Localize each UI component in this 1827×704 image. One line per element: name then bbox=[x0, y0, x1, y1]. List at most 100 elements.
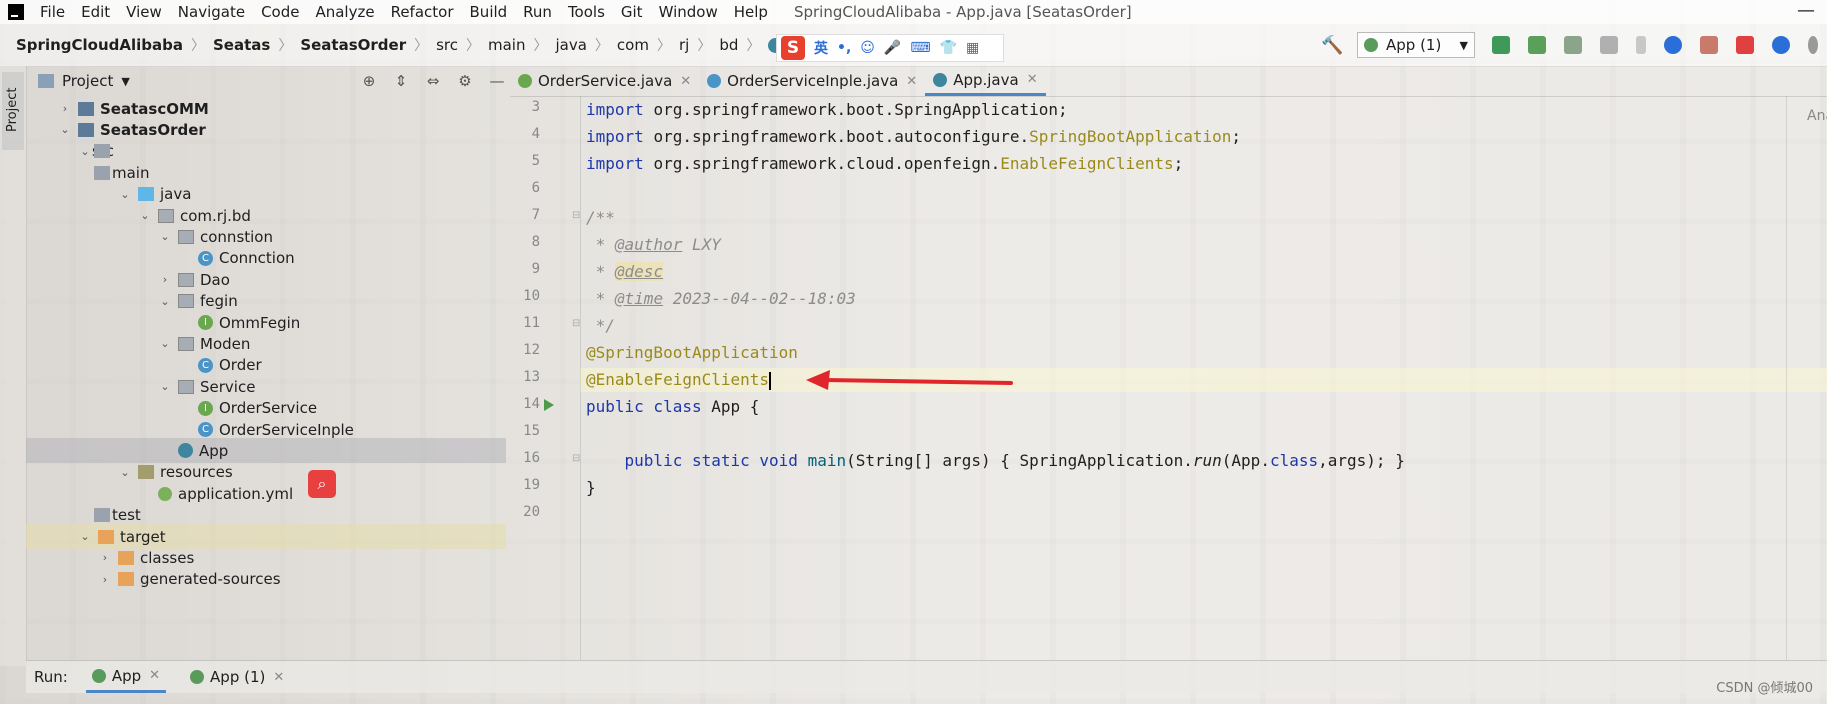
breadcrumb-item[interactable]: rj 〉 bbox=[679, 35, 719, 55]
code-token: * bbox=[586, 235, 615, 254]
toolbox-icon[interactable]: ▦ bbox=[966, 40, 979, 56]
chevron-down-icon[interactable]: ⌄ bbox=[118, 188, 132, 201]
skin-icon[interactable]: 👕 bbox=[940, 40, 957, 56]
menu-help[interactable]: Help bbox=[726, 3, 776, 21]
close-icon[interactable]: ✕ bbox=[1027, 72, 1038, 87]
tree-item-label: generated-sources bbox=[140, 570, 281, 589]
menu-edit[interactable]: Edit bbox=[73, 3, 118, 21]
chevron-right-icon[interactable]: › bbox=[58, 102, 72, 115]
chevron-down-icon[interactable]: ⌄ bbox=[78, 145, 92, 158]
run-tab-app[interactable]: App ✕ bbox=[85, 661, 167, 693]
menu-file[interactable]: File bbox=[32, 3, 73, 21]
build-hammer-icon[interactable]: 🔨 bbox=[1321, 35, 1343, 56]
close-icon[interactable]: ✕ bbox=[149, 668, 160, 683]
hide-icon[interactable]: — bbox=[488, 72, 506, 90]
breadcrumb-label: com bbox=[616, 36, 649, 54]
menu-navigate[interactable]: Navigate bbox=[170, 3, 253, 21]
menu-refactor[interactable]: Refactor bbox=[383, 3, 462, 21]
close-icon[interactable]: ✕ bbox=[906, 74, 917, 89]
close-icon[interactable]: ✕ bbox=[273, 670, 284, 685]
chevron-down-icon[interactable]: ⌄ bbox=[158, 337, 172, 350]
help-icon[interactable] bbox=[1772, 36, 1790, 54]
project-tool-window-tab[interactable]: Project bbox=[2, 72, 24, 150]
tree-item[interactable]: › generated-sources bbox=[26, 567, 506, 592]
breadcrumb-item[interactable]: SeatasOrder 〉 bbox=[300, 35, 436, 55]
line-number: 6 bbox=[531, 180, 540, 196]
breadcrumb-item[interactable]: main 〉 bbox=[488, 35, 555, 55]
chevron-down-icon: ▼ bbox=[1459, 38, 1468, 52]
breadcrumb-item[interactable]: SpringCloudAlibaba 〉 bbox=[16, 35, 213, 55]
code-editor[interactable]: import org.springframework.boot.SpringAp… bbox=[586, 96, 1786, 660]
rerun-icon[interactable] bbox=[1492, 36, 1510, 54]
sogou-logo-icon[interactable]: S bbox=[781, 36, 805, 60]
breadcrumb-item[interactable]: Seatas 〉 bbox=[213, 35, 300, 55]
code-token: EnableFeignClients bbox=[1000, 154, 1174, 173]
fold-marker-icon[interactable]: ⊟ bbox=[572, 210, 580, 221]
menu-analyze[interactable]: Analyze bbox=[307, 3, 382, 21]
run-tab-app-1[interactable]: App (1) ✕ bbox=[184, 661, 290, 693]
chevron-down-icon[interactable]: ▼ bbox=[121, 75, 129, 88]
breadcrumb-item[interactable]: bd 〉 bbox=[719, 35, 768, 55]
microphone-icon[interactable]: 🎤 bbox=[884, 40, 901, 56]
stop-icon[interactable] bbox=[1736, 36, 1754, 54]
editor-tab[interactable]: App.java ✕ bbox=[925, 66, 1046, 96]
editor-tab[interactable]: OrderServiceInple.java ✕ bbox=[699, 66, 925, 96]
fold-marker-icon[interactable]: ⊟ bbox=[572, 318, 580, 329]
breadcrumb-item[interactable]: java 〉 bbox=[555, 35, 616, 55]
menu-run[interactable]: Run bbox=[515, 3, 560, 21]
chevron-down-icon[interactable]: ⌄ bbox=[158, 380, 172, 393]
close-icon[interactable]: ✕ bbox=[680, 74, 691, 89]
tree-item-label: connstion bbox=[200, 227, 273, 246]
profile-icon[interactable] bbox=[1600, 36, 1618, 54]
fold-marker-icon[interactable]: ⊟ bbox=[572, 453, 580, 464]
expand-all-icon[interactable]: ⇕ bbox=[392, 72, 410, 90]
debug-bug-icon[interactable] bbox=[1528, 36, 1546, 54]
target-folder-icon bbox=[118, 550, 134, 565]
menu-view[interactable]: View bbox=[118, 3, 170, 21]
attach-debugger-icon[interactable] bbox=[1700, 36, 1718, 54]
code-token: (String[] args) { SpringApplication. bbox=[846, 451, 1193, 470]
line-number: 13 bbox=[523, 369, 540, 385]
chevron-right-icon[interactable]: › bbox=[98, 573, 112, 586]
ime-mode-toggle[interactable]: 英 bbox=[814, 38, 828, 58]
chevron-down-icon[interactable]: ⌄ bbox=[78, 530, 92, 543]
chevron-right-icon[interactable]: › bbox=[98, 551, 112, 564]
update-icon[interactable] bbox=[1664, 36, 1682, 54]
menu-code[interactable]: Code bbox=[253, 3, 307, 21]
interface-icon: I bbox=[198, 315, 213, 330]
keyboard-icon[interactable]: ⌨ bbox=[910, 40, 930, 56]
locate-icon[interactable]: ⊕ bbox=[360, 72, 378, 90]
coverage-icon[interactable] bbox=[1564, 36, 1582, 54]
minimize-button[interactable]: — bbox=[1797, 0, 1815, 21]
package-icon bbox=[178, 294, 194, 309]
chevron-down-icon[interactable]: ⌄ bbox=[158, 230, 172, 243]
collapse-all-icon[interactable]: ⇔ bbox=[424, 72, 442, 90]
editor-tab[interactable]: OrderService.java ✕ bbox=[510, 66, 699, 96]
run-configuration-selector[interactable]: App (1) ▼ bbox=[1357, 32, 1475, 58]
chevron-right-icon[interactable]: › bbox=[158, 273, 172, 286]
breadcrumb-item[interactable]: com 〉 bbox=[617, 35, 679, 55]
punctuation-icon[interactable]: •, bbox=[837, 40, 851, 56]
menu-window[interactable]: Window bbox=[651, 3, 726, 21]
more-run-chevron-icon[interactable] bbox=[1636, 36, 1646, 54]
emoji-icon[interactable]: ☺ bbox=[860, 40, 875, 56]
menu-tools[interactable]: Tools bbox=[560, 3, 613, 21]
chevron-down-icon[interactable]: ⌄ bbox=[158, 295, 172, 308]
editor-tab-label: OrderService.java bbox=[538, 72, 673, 90]
chevron-down-icon[interactable]: ⌄ bbox=[138, 209, 152, 222]
run-gutter-icon[interactable] bbox=[544, 399, 554, 411]
breadcrumb-item[interactable]: src 〉 bbox=[436, 35, 488, 55]
code-token: (App. bbox=[1221, 451, 1270, 470]
folder-icon bbox=[94, 165, 110, 180]
code-token: import bbox=[586, 154, 644, 173]
search-badge-icon[interactable]: ⌕ bbox=[308, 470, 336, 498]
search-everywhere-icon[interactable] bbox=[1808, 36, 1818, 54]
project-panel-title[interactable]: Project bbox=[62, 72, 113, 90]
menu-git[interactable]: Git bbox=[613, 3, 651, 21]
code-token: @time bbox=[614, 289, 664, 308]
menu-build[interactable]: Build bbox=[462, 3, 516, 21]
chevron-down-icon[interactable]: ⌄ bbox=[118, 466, 132, 479]
gear-icon[interactable]: ⚙ bbox=[456, 72, 474, 90]
class-icon: C bbox=[198, 422, 213, 437]
chevron-down-icon[interactable]: ⌄ bbox=[58, 123, 72, 136]
